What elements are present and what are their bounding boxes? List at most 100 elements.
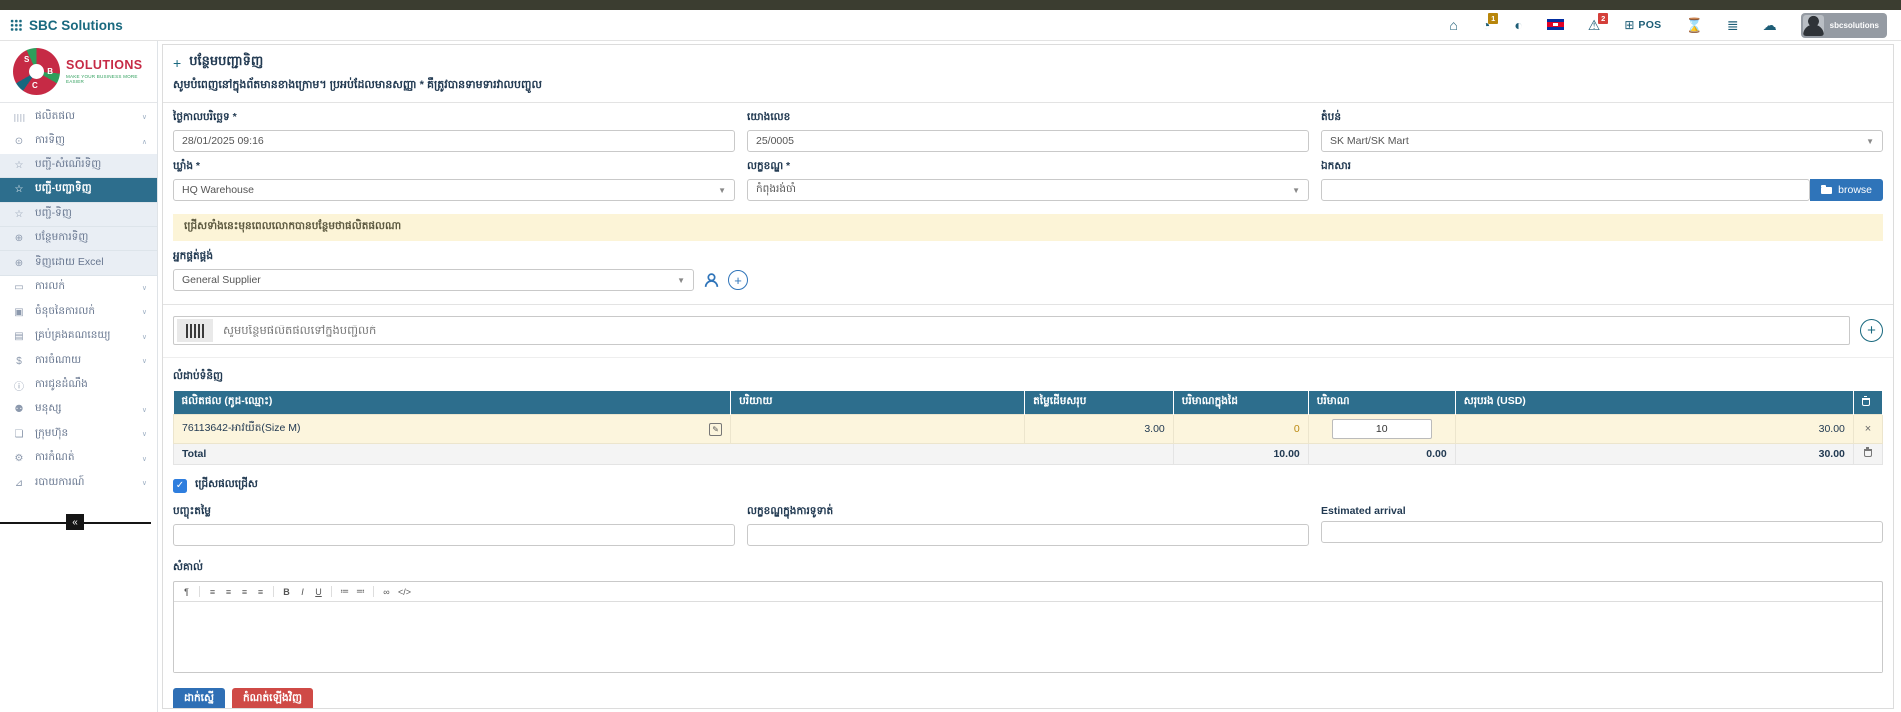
sidebar-item-label: ទិញដោយ Excel xyxy=(35,256,104,271)
form-row-2: ឃ្លាំង * HQ Warehouse ▼ លក្ខខណ្ឌ * កំពុង… xyxy=(163,152,1893,201)
italic-icon[interactable]: I xyxy=(295,584,310,599)
card-icon: ▭ xyxy=(12,282,26,293)
plus-icon: + xyxy=(173,55,181,71)
location-select[interactable]: SK Mart/SK Mart ▼ xyxy=(1321,130,1883,152)
sidebar-collapse-button[interactable]: « xyxy=(66,514,84,530)
topbar-actions: ⌂ ◔ 1 ◐ ⚠ 2 ⊞ POS ⌛ ≣ ☁ sbcsolutions xyxy=(1449,13,1891,38)
sidebar-item-accounting[interactable]: ▤ គ្រប់គ្រងគណនេយ្យ ∨ xyxy=(0,325,157,349)
sidebar-item-settings[interactable]: ⚙ ការកំណត់ ∨ xyxy=(0,446,157,470)
alerts-badge: 2 xyxy=(1598,13,1608,24)
submit-button[interactable]: ដាក់ស្នើ xyxy=(173,688,225,709)
sidebar-item-purchase-request-list[interactable]: ☆ បញ្ជី-សំណើរទិញ xyxy=(0,154,157,178)
align-left-icon[interactable]: ≡ xyxy=(205,584,220,599)
person-icon xyxy=(703,272,720,289)
brand-title: SBC Solutions xyxy=(29,18,123,33)
reset-button[interactable]: កំណត់ឡើងវិញ xyxy=(232,688,313,709)
trash-icon[interactable] xyxy=(1864,449,1872,457)
sidebar-nav: ∣∣∣∣ ផលិតផល ∨ ⊙ ការទិញ ∧ ☆ បញ្ជី-សំណើរទិ… xyxy=(0,102,157,712)
link-icon[interactable]: ∞ xyxy=(379,584,394,599)
home-icon[interactable]: ⌂ xyxy=(1449,18,1457,32)
edit-icon[interactable]: ✎ xyxy=(709,423,722,436)
history-icon[interactable]: ◔ 1 xyxy=(1482,18,1490,32)
discount-input[interactable] xyxy=(173,524,735,546)
theme-toggle-icon[interactable]: ◐ xyxy=(1514,18,1522,32)
supplier-select[interactable]: General Supplier ▼ xyxy=(173,269,694,291)
chart-icon: ⊿ xyxy=(12,478,26,489)
sidebar-item-notifications[interactable]: ⓘ ការជូនដំណឹង xyxy=(0,373,157,397)
chevron-down-icon: ∨ xyxy=(142,406,147,414)
hourglass-icon[interactable]: ⌛ xyxy=(1685,18,1702,32)
list-icon[interactable]: ≣ xyxy=(1727,18,1739,32)
logo-letter-s: S xyxy=(24,55,29,64)
remove-row-button[interactable]: × xyxy=(1853,415,1882,444)
apps-grid-icon xyxy=(10,19,22,31)
table-total-row: Total 10.00 0.00 30.00 xyxy=(174,444,1883,465)
sidebar-item-sales[interactable]: ▭ ការលក់ ∨ xyxy=(0,276,157,300)
browse-button[interactable]: browse xyxy=(1810,179,1883,201)
warehouse-select[interactable]: HQ Warehouse ▼ xyxy=(173,179,735,201)
alerts-icon[interactable]: ⚠ 2 xyxy=(1588,18,1601,32)
reference-input[interactable] xyxy=(747,130,1309,152)
product-cost: 3.00 xyxy=(1025,415,1174,444)
estimated-arrival-field: Estimated arrival xyxy=(1321,505,1883,546)
sidebar-item-purchase-order-list[interactable]: ☆ បញ្ជី-បញ្ជាទិញ xyxy=(0,178,157,202)
caret-down-icon: ▼ xyxy=(718,186,726,195)
attachment-input[interactable] xyxy=(1321,179,1810,201)
app-brand[interactable]: SBC Solutions xyxy=(10,18,123,33)
date-label: ថ្ងៃកាលបរិច្ឆេទ * xyxy=(173,111,735,126)
warehouse-label: ឃ្លាំង * xyxy=(173,160,735,175)
underline-icon[interactable]: U xyxy=(311,584,326,599)
quantity-input[interactable] xyxy=(1332,419,1432,439)
product-search-input[interactable] xyxy=(213,325,1849,337)
note-editor-body[interactable] xyxy=(174,602,1882,672)
trash-icon[interactable] xyxy=(1862,398,1870,406)
status-field: លក្ខខណ្ឌ * កំពុងរង់ចាំ ▼ xyxy=(747,160,1309,201)
form-row-1: ថ្ងៃកាលបរិច្ឆេទ * យោងលេខ តំបន់ SK Mart/S… xyxy=(163,103,1893,152)
align-right-icon[interactable]: ≡ xyxy=(237,584,252,599)
sbc-logo-icon: S B C xyxy=(13,48,60,95)
people-icon: ⚉ xyxy=(12,404,26,415)
browse-label: browse xyxy=(1838,184,1872,196)
add-product-button[interactable]: + xyxy=(1860,319,1883,342)
option-checkbox[interactable]: ✓ xyxy=(173,479,187,493)
language-flag-icon[interactable] xyxy=(1547,18,1564,32)
page-subtitle: សូមបំពេញនៅក្នុងព័តមានខាងក្រោម។ ប្រអប់ដែល… xyxy=(163,78,1893,103)
view-supplier-button[interactable] xyxy=(701,270,721,290)
product-in-hand: 0 xyxy=(1173,415,1308,444)
company-logo: S B C SOLUTIONS MAKE YOUR BUSINESS MORE … xyxy=(0,41,157,102)
sidebar-item-label: គ្រប់គ្រងគណនេយ្យ xyxy=(35,329,111,344)
ordered-list-icon[interactable]: ≔ xyxy=(337,584,352,599)
cleanup-icon[interactable]: ☁ xyxy=(1763,18,1777,32)
col-description: បរិយាយ xyxy=(731,391,1025,415)
sidebar-item-purchase-list[interactable]: ☆ បញ្ជី-ទិញ xyxy=(0,203,157,227)
bold-icon[interactable]: B xyxy=(279,584,294,599)
align-center-icon[interactable]: ≡ xyxy=(221,584,236,599)
sidebar-item-people[interactable]: ⚉ មនុស្ស ∨ xyxy=(0,398,157,422)
note-editor: ¶ ≡ ≡ ≡ ≡ B I U ≔ ≕ ∞ </> xyxy=(173,581,1883,673)
sidebar-item-pos[interactable]: ▣ ចំនុចនៃការលក់ ∨ xyxy=(0,300,157,324)
sidebar-item-reports[interactable]: ⊿ របាយការណ៍ ∨ xyxy=(0,471,157,495)
info-icon: ⓘ xyxy=(12,378,26,393)
pos-label: POS xyxy=(1638,20,1661,31)
date-input[interactable] xyxy=(173,130,735,152)
sidebar-item-purchasing[interactable]: ⊙ ការទិញ ∧ xyxy=(0,129,157,153)
sidebar-item-expenses[interactable]: $ ការចំណាយ ∨ xyxy=(0,349,157,373)
payment-terms-input[interactable] xyxy=(747,524,1309,546)
unordered-list-icon[interactable]: ≕ xyxy=(353,584,368,599)
discount-field: បញ្ចុះតម្លៃ xyxy=(173,505,735,546)
sidebar-item-add-purchase[interactable]: ⊕ បន្ថែមការទិញ xyxy=(0,227,157,251)
status-select[interactable]: កំពុងរង់ចាំ ▼ xyxy=(747,179,1309,201)
user-menu[interactable]: sbcsolutions xyxy=(1801,13,1887,38)
code-icon[interactable]: </> xyxy=(395,584,414,599)
align-justify-icon[interactable]: ≡ xyxy=(253,584,268,599)
barcode-icon xyxy=(177,319,213,342)
paragraph-icon[interactable]: ¶ xyxy=(179,584,194,599)
estimated-arrival-input[interactable] xyxy=(1321,521,1883,543)
add-supplier-button[interactable]: + xyxy=(728,270,748,290)
sidebar-item-company[interactable]: ❏ ក្រុមហ៊ុន ∨ xyxy=(0,422,157,446)
pos-button[interactable]: ⊞ POS xyxy=(1624,19,1661,31)
order-items-table: ផលិតផល (កូដ-ឈ្មោះ) បរិយាយ តម្លៃដើមសរុប ប… xyxy=(173,391,1883,465)
sidebar-item-products[interactable]: ∣∣∣∣ ផលិតផល ∨ xyxy=(0,105,157,129)
sidebar-item-label: ចំនុចនៃការលក់ xyxy=(35,305,95,320)
sidebar-item-purchase-by-excel[interactable]: ⊕ ទិញដោយ Excel xyxy=(0,251,157,275)
